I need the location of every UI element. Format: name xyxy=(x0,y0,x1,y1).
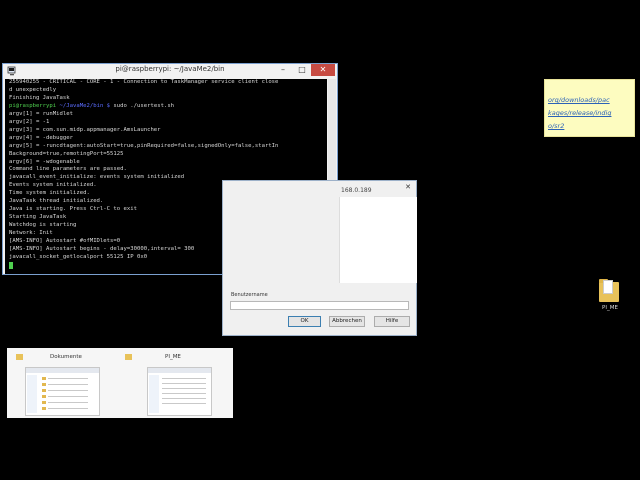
note-link-line[interactable]: o/sr2 xyxy=(548,120,634,133)
thumbnail-toolbar xyxy=(26,368,99,373)
text-cursor xyxy=(9,261,13,269)
file-row xyxy=(48,390,88,391)
terminal-prompt-line: pi@raspberrypi ~/JavaMe2/bin $ sudo ./us… xyxy=(9,103,327,111)
prompt-path: ~/JavaMe2/bin $ xyxy=(59,102,111,109)
preview-title-dokumente: Dokumente xyxy=(50,354,82,360)
username-field[interactable] xyxy=(230,301,409,310)
desktop-folder-label: PI_ME xyxy=(602,305,618,311)
file-row xyxy=(162,383,206,384)
maximize-button[interactable]: □ xyxy=(294,64,310,76)
help-button[interactable]: Hilfe xyxy=(374,316,410,327)
terminal-titlebar[interactable]: pi@raspberrypi: ~/JavaMe2/bin – □ ✕ xyxy=(3,64,337,78)
folder-icon xyxy=(42,401,46,404)
folder-icon xyxy=(42,389,46,392)
username-label: Benutzername xyxy=(231,292,268,298)
close-button[interactable]: ✕ xyxy=(311,64,335,76)
preview-title-pi-me: PI_ME xyxy=(165,354,181,360)
folder-paper-icon xyxy=(603,280,613,294)
preview-thumbnail-dokumente[interactable] xyxy=(25,367,100,416)
preview-thumbnail-pi-me[interactable] xyxy=(147,367,212,416)
terminal-line: argv[4] = -debugger xyxy=(9,134,73,141)
folder-icon xyxy=(42,395,46,398)
file-row xyxy=(162,393,206,394)
file-row xyxy=(162,398,206,399)
minimize-button[interactable]: – xyxy=(275,64,291,76)
terminal-line: argv[5] = -runcdtagent:autoStart=true,pi… xyxy=(9,142,279,149)
dialog-title: 168.0.189 xyxy=(341,187,372,194)
terminal-line: Command line parameters are passed. xyxy=(9,166,127,173)
terminal-line: Finishing JavaTask xyxy=(9,94,70,101)
dialog-close-button[interactable]: ✕ xyxy=(402,182,414,192)
file-row xyxy=(162,403,206,404)
file-row xyxy=(48,384,88,385)
terminal-line: Background=true,remotingPort=55125 xyxy=(9,150,124,157)
dialog-content-panel xyxy=(339,197,417,283)
folder-icon xyxy=(16,354,23,360)
terminal-line: 255940255 - CRITICAL - CORE - 1 - Connec… xyxy=(9,79,279,85)
file-row xyxy=(48,408,88,409)
file-row xyxy=(162,388,206,389)
folder-icon xyxy=(42,383,46,386)
terminal-line: d unexpectedly xyxy=(9,86,57,93)
file-row xyxy=(48,402,88,403)
thumbnail-toolbar xyxy=(148,368,211,373)
thumbnail-sidebar xyxy=(27,375,37,413)
file-row xyxy=(162,378,206,379)
ok-button[interactable]: OK xyxy=(288,316,321,327)
desktop-folder-pi-me[interactable]: PI_ME xyxy=(596,278,624,314)
terminal-line: argv[2] = -1 xyxy=(9,118,50,125)
terminal-line: argv[6] = -wdogenable xyxy=(9,158,80,165)
prompt-command: sudo ./usertest.sh xyxy=(110,102,175,109)
folder-icon xyxy=(42,377,46,380)
terminal-line: argv[1] = runMidlet xyxy=(9,110,73,117)
thumbnail-sidebar xyxy=(149,375,159,413)
taskbar-preview: Dokumente PI_ME xyxy=(7,348,233,418)
cancel-button[interactable]: Abbrechen xyxy=(329,316,365,327)
note-link-line[interactable]: org/downloads/pac xyxy=(548,94,634,107)
sticky-note: org/downloads/pac kages/release/indig o/… xyxy=(544,79,635,137)
file-row xyxy=(48,378,88,379)
prompt-user: pi@raspberrypi xyxy=(9,102,57,109)
folder-icon xyxy=(42,407,46,410)
login-dialog[interactable]: 168.0.189 ✕ Benutzername OK Abbrechen Hi… xyxy=(222,180,417,336)
note-link-line[interactable]: kages/release/indig xyxy=(548,107,634,120)
folder-icon xyxy=(125,354,132,360)
terminal-line: argv[3] = com.sun.midp.appmanager.AmsLau… xyxy=(9,126,161,133)
file-row xyxy=(48,396,88,397)
